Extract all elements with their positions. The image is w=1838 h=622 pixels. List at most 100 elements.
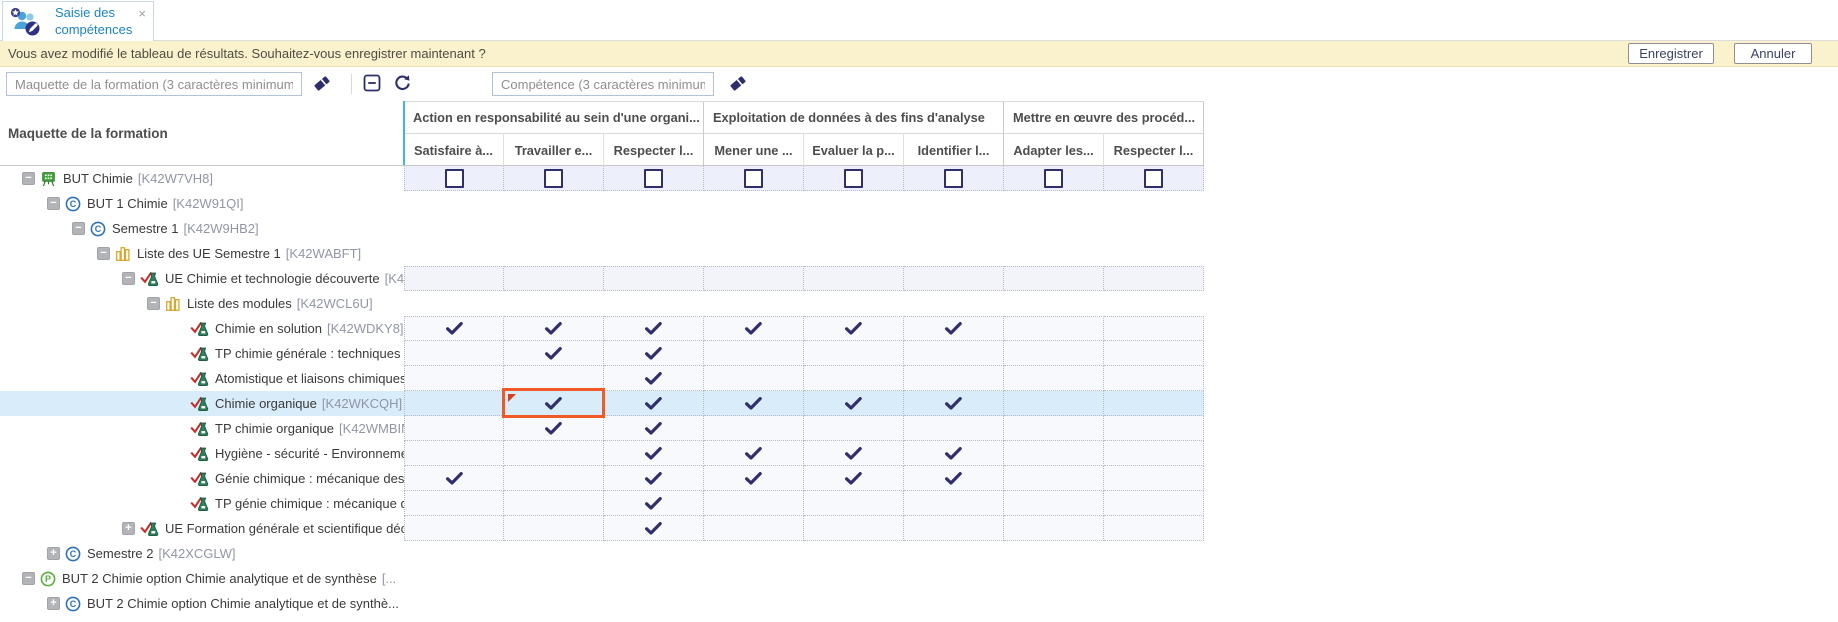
competency-cell[interactable] <box>704 366 804 391</box>
competency-cell[interactable] <box>404 441 504 466</box>
competency-cell[interactable] <box>804 341 904 366</box>
competency-cell[interactable] <box>1004 366 1104 391</box>
expand-node-icon[interactable]: + <box>47 597 60 610</box>
save-button[interactable]: Enregistrer <box>1628 43 1714 64</box>
competency-cell[interactable] <box>904 341 1004 366</box>
tree-item-tp-chimie-organique[interactable]: TP chimie organique[K42WMBIM] <box>0 416 404 441</box>
competency-cell[interactable] <box>804 391 904 416</box>
competency-cell[interactable] <box>604 441 704 466</box>
competency-cell[interactable] <box>1104 416 1204 441</box>
competency-cell[interactable] <box>804 316 904 341</box>
competency-cell[interactable] <box>1004 516 1104 541</box>
competency-cell[interactable] <box>904 491 1004 516</box>
tree-item-but-2-chimie-option-chimie-analytique-et[interactable]: +CBUT 2 Chimie option Chimie analytique … <box>0 591 404 616</box>
competency-cell[interactable] <box>904 166 1004 191</box>
competency-cell[interactable] <box>704 516 804 541</box>
tree-item-g-nie-chimique-m-canique-des-fluid[interactable]: Génie chimique : mécanique des fluid... <box>0 466 404 491</box>
competency-cell[interactable] <box>804 441 904 466</box>
competency-cell[interactable] <box>604 341 704 366</box>
competency-cell[interactable] <box>504 441 604 466</box>
competency-checkbox[interactable] <box>744 169 763 188</box>
competency-cell[interactable] <box>504 266 604 291</box>
competency-cell[interactable] <box>404 316 504 341</box>
competency-cell[interactable] <box>904 316 1004 341</box>
competency-cell[interactable] <box>704 441 804 466</box>
tree-item-semestre-2[interactable]: +CSemestre 2[K42XCGLW] <box>0 541 404 566</box>
competency-cell[interactable] <box>904 416 1004 441</box>
tree-item-ue-chimie-et-technologie-d-couverte[interactable]: −UE Chimie et technologie découverte[K42… <box>0 266 404 291</box>
competency-cell[interactable] <box>1104 341 1204 366</box>
competency-cell[interactable] <box>504 341 604 366</box>
tree-item-semestre-1[interactable]: −CSemestre 1[K42W9HB2] <box>0 216 404 241</box>
tree-item-but-1-chimie[interactable]: −CBUT 1 Chimie[K42W91QI] <box>0 191 404 216</box>
competency-cell[interactable] <box>404 516 504 541</box>
competency-cell[interactable] <box>504 516 604 541</box>
competency-cell[interactable] <box>504 391 604 416</box>
competency-checkbox[interactable] <box>1044 169 1063 188</box>
clear-maquette-filter-eraser-icon[interactable] <box>312 74 332 93</box>
competency-cell[interactable] <box>1004 466 1104 491</box>
competency-cell[interactable] <box>1104 266 1204 291</box>
competency-cell[interactable] <box>704 416 804 441</box>
competency-cell[interactable] <box>804 466 904 491</box>
competency-cell[interactable] <box>604 366 704 391</box>
competency-cell[interactable] <box>504 491 604 516</box>
tree-item-chimie-organique[interactable]: Chimie organique[K42WKCQH] <box>0 391 404 416</box>
competency-checkbox[interactable] <box>844 169 863 188</box>
competency-cell[interactable] <box>804 266 904 291</box>
competency-checkbox[interactable] <box>445 169 464 188</box>
competency-cell[interactable] <box>404 416 504 441</box>
collapse-node-icon[interactable]: − <box>22 572 35 585</box>
competency-cell[interactable] <box>504 166 604 191</box>
competency-cell[interactable] <box>1104 366 1204 391</box>
competency-cell[interactable] <box>904 466 1004 491</box>
clear-competence-filter-eraser-icon[interactable] <box>728 74 748 93</box>
competency-cell[interactable] <box>1104 166 1204 191</box>
competency-cell[interactable] <box>604 491 704 516</box>
maquette-filter-input[interactable] <box>6 72 302 96</box>
competency-cell[interactable] <box>704 391 804 416</box>
competency-cell[interactable] <box>504 366 604 391</box>
tree-item-but-chimie[interactable]: −BUT Chimie[K42W7VH8] <box>0 166 404 191</box>
expand-node-icon[interactable]: + <box>122 522 135 535</box>
collapse-node-icon[interactable]: − <box>47 197 60 210</box>
competency-cell[interactable] <box>1104 491 1204 516</box>
competency-cell[interactable] <box>404 466 504 491</box>
tree-item-liste-des-ue-semestre-1[interactable]: −Liste des UE Semestre 1[K42WABFT] <box>0 241 404 266</box>
tree-item-tp-chimie-g-n-rale-techniques-de-ba[interactable]: TP chimie générale : techniques de ba... <box>0 341 404 366</box>
competency-cell[interactable] <box>804 366 904 391</box>
competency-cell[interactable] <box>1004 341 1104 366</box>
competency-checkbox[interactable] <box>644 169 663 188</box>
refresh-icon[interactable] <box>393 74 412 93</box>
competency-cell[interactable] <box>504 316 604 341</box>
competency-cell[interactable] <box>1004 391 1104 416</box>
tab-saisie-des-competences[interactable]: Saisie des compétences × <box>2 1 154 41</box>
competency-cell[interactable] <box>904 366 1004 391</box>
competency-checkbox[interactable] <box>544 169 563 188</box>
competency-cell[interactable] <box>404 366 504 391</box>
tab-close-icon[interactable]: × <box>138 7 146 20</box>
tree-item-but-2-chimie-option-chimie-analytique-et[interactable]: −PBUT 2 Chimie option Chimie analytique … <box>0 566 404 591</box>
competency-cell[interactable] <box>604 266 704 291</box>
competency-cell[interactable] <box>1004 316 1104 341</box>
competency-cell[interactable] <box>904 391 1004 416</box>
competency-cell[interactable] <box>604 416 704 441</box>
competency-cell[interactable] <box>1004 441 1104 466</box>
competency-cell[interactable] <box>804 416 904 441</box>
competency-cell[interactable] <box>904 441 1004 466</box>
collapse-node-icon[interactable]: − <box>97 247 110 260</box>
competency-cell[interactable] <box>1104 441 1204 466</box>
tree-item-ue-formation-g-n-rale-et-scientifique-d-[interactable]: +UE Formation générale et scientifique d… <box>0 516 404 541</box>
competency-cell[interactable] <box>404 391 504 416</box>
competency-cell[interactable] <box>804 516 904 541</box>
competency-cell[interactable] <box>904 516 1004 541</box>
competency-checkbox[interactable] <box>944 169 963 188</box>
competency-cell[interactable] <box>1004 166 1104 191</box>
competency-cell[interactable] <box>704 266 804 291</box>
collapse-node-icon[interactable]: − <box>147 297 160 310</box>
competency-cell[interactable] <box>1104 516 1204 541</box>
competency-cell[interactable] <box>1104 316 1204 341</box>
competency-cell[interactable] <box>704 341 804 366</box>
expand-node-icon[interactable]: + <box>47 547 60 560</box>
competency-cell[interactable] <box>704 316 804 341</box>
